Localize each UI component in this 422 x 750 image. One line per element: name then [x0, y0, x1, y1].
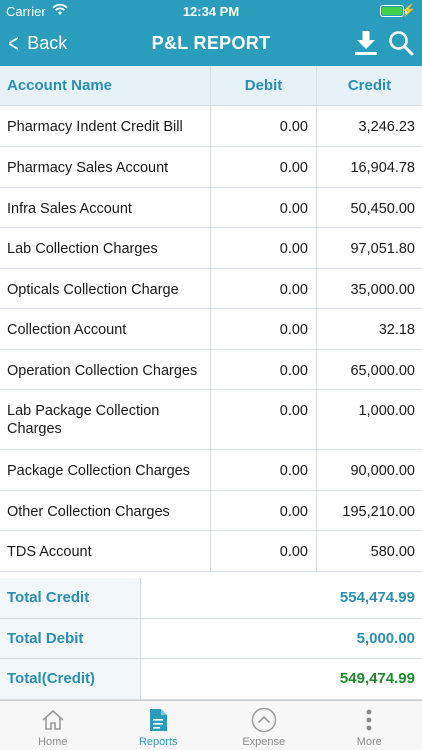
- chevron-up-circle-icon: [250, 707, 278, 733]
- credit-value: 195,210.00: [342, 503, 415, 520]
- table-row[interactable]: TDS Account 0.00 580.00: [0, 531, 422, 572]
- credit-value: 65,000.00: [350, 362, 415, 379]
- table-header: Account Name Debit Credit: [0, 66, 422, 106]
- document-icon: [144, 707, 172, 733]
- net-total-row: Total(Credit) 549,474.99: [0, 659, 422, 700]
- pl-table: Account Name Debit Credit Pharmacy Inden…: [0, 66, 422, 575]
- credit-value: 3,246.23: [358, 119, 415, 135]
- more-vertical-icon: [355, 707, 383, 733]
- account-name: TDS Account: [0, 531, 211, 571]
- debit-value: 0.00: [211, 147, 317, 187]
- table-row[interactable]: Opticals Collection Charge 0.00 35,000.0…: [0, 268, 422, 309]
- debit-value: 0.00: [211, 309, 317, 349]
- credit-value: 35,000.00: [350, 281, 415, 298]
- credit-value: 16,904.78: [350, 160, 415, 176]
- credit-value: 97,051.80: [350, 241, 415, 257]
- home-icon: [39, 707, 67, 733]
- table-row[interactable]: Operation Collection Charges 0.00 65,000…: [0, 349, 422, 390]
- account-name: Opticals Collection Charge: [0, 268, 211, 308]
- tab-expense-label: Expense: [242, 736, 286, 748]
- tab-reports[interactable]: Reports: [106, 701, 212, 750]
- account-name: Lab Package Collection Charges: [0, 390, 211, 449]
- table-row[interactable]: Pharmacy Indent Credit Bill 0.00 3,246.2…: [0, 106, 422, 147]
- account-name: Other Collection Charges: [0, 490, 211, 530]
- total-debit-label: Total Debit: [0, 618, 141, 658]
- table-row[interactable]: Pharmacy Sales Account 0.00 16,904.78: [0, 147, 422, 188]
- tab-more[interactable]: More: [317, 701, 422, 750]
- debit-value: 0.00: [211, 490, 317, 530]
- debit-value: 0.00: [211, 268, 317, 308]
- tab-more-label: More: [356, 736, 382, 748]
- table-row[interactable]: Lab Collection Charges 0.00 97,051.80: [0, 228, 422, 269]
- net-total-label: Total(Credit): [0, 659, 141, 699]
- credit-value: 50,450.00: [350, 200, 415, 217]
- account-name: Operation Collection Charges: [0, 349, 211, 389]
- bottom-tab-bar: Home Reports Expense More: [0, 700, 422, 750]
- total-debit-value: 5,000.00: [141, 618, 422, 658]
- debit-value: 0.00: [211, 228, 317, 268]
- account-name: Pharmacy Sales Account: [0, 147, 211, 187]
- top-header: Carrier 12:34 PM ⚡ < Back P&L REPORT: [0, 0, 422, 66]
- totals-section: Total Credit 554,474.99 Total Debit 5,00…: [0, 578, 422, 700]
- debit-value: 0.00: [211, 531, 317, 571]
- credit-value: 580.00: [370, 544, 415, 560]
- account-name: Package Collection Charges: [0, 450, 211, 490]
- tab-home[interactable]: Home: [0, 701, 106, 750]
- debit-value: 0.00: [211, 390, 317, 449]
- header-credit: Credit: [347, 77, 392, 94]
- status-time: 12:34 PM: [182, 4, 240, 19]
- header-account-name: Account Name: [0, 66, 211, 105]
- account-name: Infra Sales Account: [0, 187, 211, 227]
- tab-reports-label: Reports: [138, 736, 178, 748]
- debit-value: 0.00: [211, 349, 317, 389]
- charging-icon: ⚡: [401, 3, 416, 17]
- header-debit: Debit: [211, 66, 317, 105]
- search-icon[interactable]: [388, 30, 414, 56]
- tab-home-label: Home: [38, 736, 68, 748]
- total-credit-label: Total Credit: [0, 578, 141, 618]
- credit-value: 90,000.00: [350, 463, 415, 479]
- table-row[interactable]: Other Collection Charges 0.00 195,210.00: [0, 490, 422, 531]
- credit-value: 32.18: [378, 322, 415, 338]
- table-row[interactable]: Lab Package Collection Charges 0.00 1,00…: [0, 390, 422, 450]
- account-name: Lab Collection Charges: [0, 228, 211, 268]
- debit-value: 0.00: [211, 450, 317, 490]
- tab-expense[interactable]: Expense: [211, 701, 317, 750]
- status-bar: Carrier 12:34 PM ⚡: [0, 0, 422, 22]
- account-name: Pharmacy Indent Credit Bill: [0, 106, 211, 146]
- net-total-value: 549,474.99: [141, 659, 422, 699]
- table-row[interactable]: Infra Sales Account 0.00 50,450.00: [0, 187, 422, 228]
- table-row[interactable]: Collection Account 0.00 32.18: [0, 309, 422, 350]
- credit-value: 1,000.00: [358, 403, 415, 419]
- debit-value: 0.00: [211, 187, 317, 227]
- total-debit-row: Total Debit 5,000.00: [0, 618, 422, 659]
- table-row[interactable]: Package Collection Charges 0.00 90,000.0…: [0, 450, 422, 491]
- total-credit-row: Total Credit 554,474.99: [0, 578, 422, 619]
- total-credit-value: 554,474.99: [141, 578, 422, 618]
- account-name: Collection Account: [0, 309, 211, 349]
- debit-value: 0.00: [211, 106, 317, 146]
- download-icon[interactable]: [354, 30, 378, 56]
